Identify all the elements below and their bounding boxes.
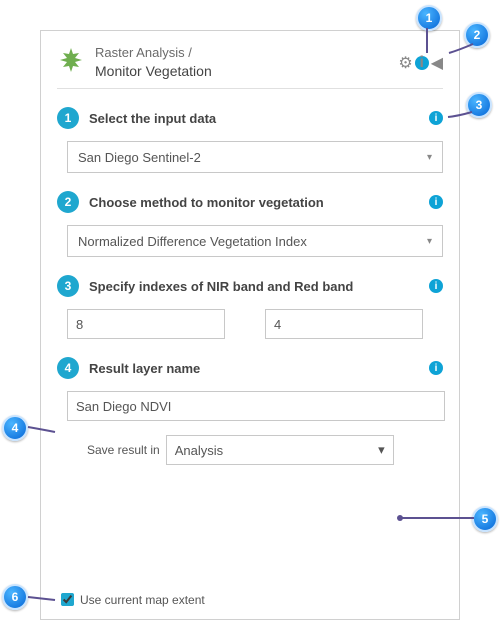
leaf-icon: [57, 46, 85, 79]
collapse-icon[interactable]: ◀: [431, 53, 443, 73]
chevron-down-icon: ▾: [427, 152, 432, 163]
callout-5: 5: [472, 506, 498, 532]
select-value: Normalized Difference Vegetation Index: [78, 234, 307, 249]
info-icon[interactable]: i: [429, 279, 443, 293]
info-icon[interactable]: i: [429, 195, 443, 209]
page-title: Monitor Vegetation: [95, 62, 398, 80]
section-label: Result layer name: [89, 361, 429, 376]
help-icon[interactable]: i: [415, 56, 429, 70]
footer: Use current map extent: [57, 590, 205, 609]
panel-header: Raster Analysis / Monitor Vegetation ⚙ i…: [57, 45, 443, 89]
step-number: 4: [57, 357, 79, 379]
select-value: Analysis: [175, 443, 223, 458]
info-icon[interactable]: i: [429, 111, 443, 125]
save-in-label: Save result in: [87, 443, 160, 457]
callout-6: 6: [2, 584, 28, 610]
nir-band-input[interactable]: [67, 309, 225, 339]
use-extent-checkbox[interactable]: [61, 593, 74, 606]
section-result-layer: 4 Result layer name i Save result in Ana…: [57, 357, 443, 465]
step-number: 1: [57, 107, 79, 129]
section-label: Choose method to monitor vegetation: [89, 195, 429, 210]
step-number: 2: [57, 191, 79, 213]
result-name-input[interactable]: [67, 391, 445, 421]
callout-4: 4: [2, 415, 28, 441]
step-number: 3: [57, 275, 79, 297]
red-band-input[interactable]: [265, 309, 423, 339]
chevron-down-icon: ▾: [427, 236, 432, 247]
section-input-data: 1 Select the input data i San Diego Sent…: [57, 107, 443, 173]
section-method: 2 Choose method to monitor vegetation i …: [57, 191, 443, 257]
save-folder-select[interactable]: Analysis ▾: [166, 435, 394, 465]
section-label: Specify indexes of NIR band and Red band: [89, 279, 429, 294]
analysis-panel: Raster Analysis / Monitor Vegetation ⚙ i…: [40, 30, 460, 620]
section-bands: 3 Specify indexes of NIR band and Red ba…: [57, 275, 443, 339]
section-label: Select the input data: [89, 111, 429, 126]
use-extent-label: Use current map extent: [80, 593, 205, 607]
info-icon[interactable]: i: [429, 361, 443, 375]
select-value: San Diego Sentinel-2: [78, 150, 201, 165]
chevron-down-icon: ▾: [378, 442, 385, 458]
callout-3: 3: [466, 92, 492, 118]
gear-icon[interactable]: ⚙: [398, 53, 412, 73]
method-select[interactable]: Normalized Difference Vegetation Index ▾: [67, 225, 443, 257]
callout-1: 1: [416, 5, 442, 31]
breadcrumb: Raster Analysis /: [95, 45, 398, 62]
input-data-select[interactable]: San Diego Sentinel-2 ▾: [67, 141, 443, 173]
callout-2: 2: [464, 22, 490, 48]
